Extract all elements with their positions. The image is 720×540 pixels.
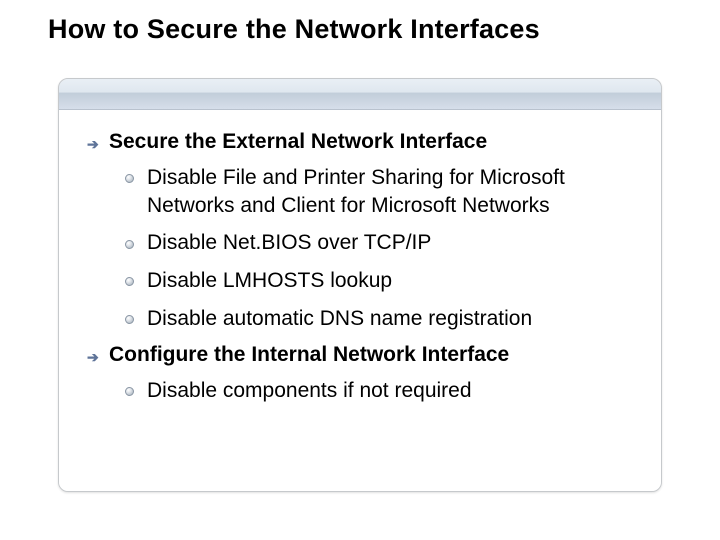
- panel-body: ➔ Secure the External Network Interface …: [59, 110, 661, 492]
- arrow-icon: ➔: [87, 345, 99, 369]
- slide: How to Secure the Network Interfaces ➔ S…: [0, 0, 720, 540]
- arrow-icon: ➔: [87, 132, 99, 156]
- panel-header-bar: [59, 79, 661, 110]
- content-panel: ➔ Secure the External Network Interface …: [58, 78, 662, 492]
- list-item: Disable File and Printer Sharing for Mic…: [125, 164, 633, 219]
- section-heading-external: ➔ Secure the External Network Interface: [87, 130, 633, 156]
- sub-list-internal: Disable components if not required: [125, 377, 633, 405]
- list-item: Disable automatic DNS name registration: [125, 305, 633, 333]
- list-item: Disable Net.BIOS over TCP/IP: [125, 229, 633, 257]
- slide-title: How to Secure the Network Interfaces: [48, 14, 680, 45]
- sub-list-external: Disable File and Printer Sharing for Mic…: [125, 164, 633, 333]
- list-item: Disable components if not required: [125, 377, 633, 405]
- section-heading-internal: ➔ Configure the Internal Network Interfa…: [87, 343, 633, 369]
- list-item: Disable LMHOSTS lookup: [125, 267, 633, 295]
- section-heading-text: Secure the External Network Interface: [109, 130, 487, 154]
- section-heading-text: Configure the Internal Network Interface: [109, 343, 509, 367]
